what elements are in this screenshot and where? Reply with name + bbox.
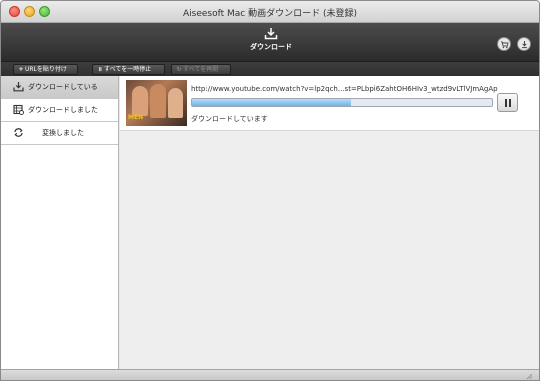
resume-all-label: すべてを再開 [183,66,219,73]
toolbar: ダウンロード [1,23,539,61]
sidebar-item-label: ダウンロードしている [28,83,98,91]
app-window: Aiseesoft Mac 動画ダウンロード (未登録) ダウンロード +URL… [0,0,540,381]
paste-url-button[interactable]: +URLを貼り付け [13,64,78,75]
pause-all-label: すべてを一時停止 [104,66,152,73]
resume-all-button[interactable]: ↻すべてを再開 [171,64,231,75]
sidebar-item-label: ダウンロードしました [28,106,98,114]
thumbnail-text: MEN [128,114,144,121]
sidebar: ダウンロードしている ダウンロードしました 変換しました [1,76,119,369]
sidebar-item-converted[interactable]: 変換しました [1,122,118,145]
cart-icon[interactable] [497,37,511,51]
refresh-icon: ↻ [176,66,182,73]
pause-all-button[interactable]: ॥ すべてを一時停止 [92,64,165,75]
pause-download-button[interactable] [497,93,518,112]
film-icon [13,104,24,115]
title-bar: Aiseesoft Mac 動画ダウンロード (未登録) [1,1,539,23]
progress-fill [192,99,351,106]
status-bar [1,369,539,380]
download-icon [264,28,278,40]
paste-url-label: URLを貼り付け [25,66,67,73]
video-url: http://www.youtube.com/watch?v=lp2qch...… [191,85,498,93]
plus-icon: + [18,66,24,73]
sidebar-item-label: 変換しました [42,129,84,137]
window-title: Aiseesoft Mac 動画ダウンロード (未登録) [183,9,357,19]
download-item[interactable]: MEN http://www.youtube.com/watch?v=lp2qc… [120,76,539,131]
download-status: ダウンロードしています [191,115,268,123]
convert-icon [14,128,23,137]
register-icon[interactable] [517,37,531,51]
tab-download-label: ダウンロード [250,43,292,51]
resize-grip-icon[interactable] [526,373,533,380]
video-thumbnail: MEN [126,80,187,126]
tab-download[interactable]: ダウンロード [247,25,295,59]
download-list: MEN http://www.youtube.com/watch?v=lp2qc… [120,76,539,369]
pause-icon: ॥ [98,66,102,73]
sidebar-item-downloading[interactable]: ダウンロードしている [1,76,118,99]
action-bar: +URLを貼り付け ॥ すべてを一時停止 ↻すべてを再開 [1,61,539,76]
download-tray-icon [13,82,24,92]
sidebar-item-downloaded[interactable]: ダウンロードしました [1,99,118,122]
download-progress-bar [191,98,493,107]
